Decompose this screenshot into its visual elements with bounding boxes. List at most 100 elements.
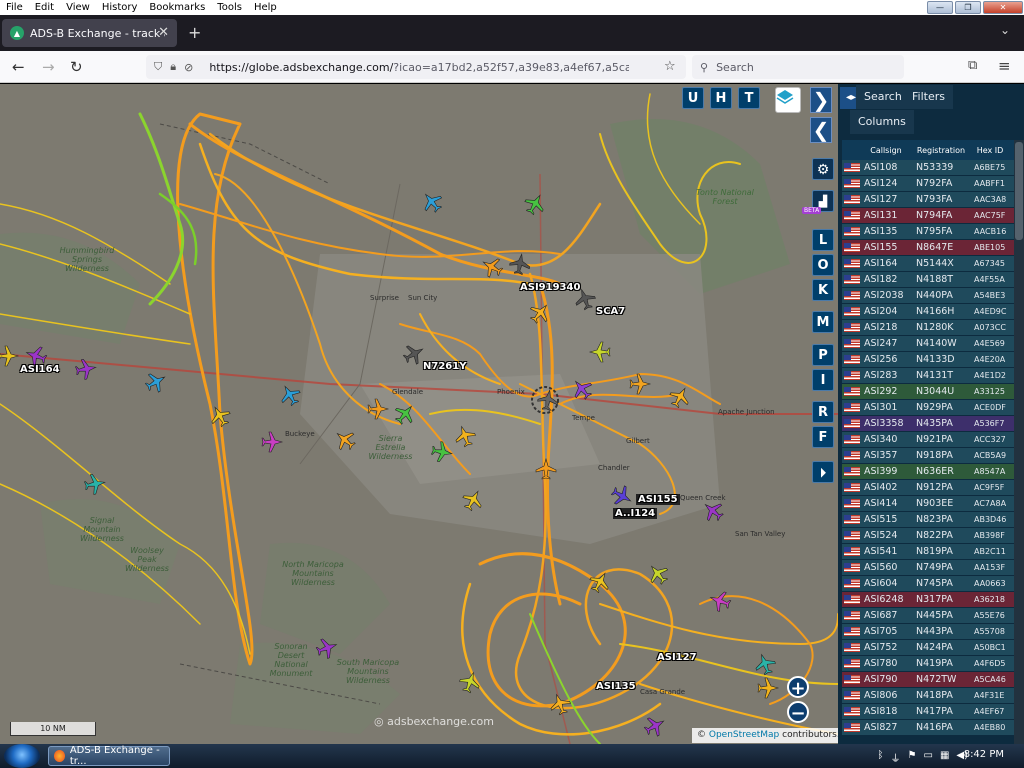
hide-button[interactable]: H [710, 87, 732, 109]
menu-history[interactable]: History [96, 0, 144, 15]
zoom-out-button[interactable]: − [787, 701, 809, 724]
toggle-r-button[interactable]: R [812, 401, 834, 423]
network-icon[interactable]: ▦ [940, 750, 949, 765]
table-row[interactable]: ASI515 N823PA AB3D46 [842, 512, 1014, 528]
aircraft-label-n7261y[interactable]: N7261Y [423, 361, 466, 372]
table-row[interactable]: ASI414 N903EE AC7A8A [842, 496, 1014, 512]
table-row[interactable]: ASI340 N921PA ACC327 [842, 432, 1014, 448]
aircraft-label-sca7[interactable]: SCA7 [596, 306, 625, 317]
table-row[interactable]: ASI399 N636ER A8547A [842, 464, 1014, 480]
url-bar[interactable]: ⛉ 🔒︎ ⊘ https://globe.adsbexchange.com/?i… [146, 55, 686, 79]
collapse-panel-button[interactable]: ❮ [810, 117, 832, 143]
replay-button[interactable]: ⏵ [812, 461, 834, 483]
flag-icon[interactable]: ⚑ [908, 750, 917, 765]
table-row[interactable]: ASI204 N4166H A4ED9C [842, 304, 1014, 320]
map-canvas[interactable] [0, 84, 838, 744]
taskbar-firefox-button[interactable]: ADS-B Exchange - tr... [48, 745, 170, 767]
table-row[interactable]: ASI818 N417PA A4EF67 [842, 704, 1014, 720]
table-row[interactable]: ASI705 N443PA A55708 [842, 624, 1014, 640]
table-row[interactable]: ASI182 N4188T A4F55A [842, 272, 1014, 288]
extensions-icon[interactable]: ⧉ [968, 58, 977, 73]
table-row[interactable]: ASI402 N912PA AC9F5F [842, 480, 1014, 496]
layers-button[interactable] [775, 87, 801, 113]
toggle-o-button[interactable]: O [812, 254, 834, 276]
restore-button[interactable]: ❐ [955, 1, 981, 14]
browser-tab[interactable]: ▲ ADS-B Exchange - track aircraft ✕ [2, 19, 177, 47]
aircraft-label-asi164[interactable]: ASI164 [20, 364, 60, 375]
table-row[interactable]: ASI301 N929PA ACE0DF [842, 400, 1014, 416]
start-button[interactable] [4, 744, 40, 768]
table-row[interactable]: ASI687 N445PA A55E76 [842, 608, 1014, 624]
menu-edit[interactable]: Edit [29, 0, 60, 15]
tracking-protection-icon[interactable]: ⛉ [154, 60, 162, 74]
table-row[interactable]: ASI218 N1280K A073CC [842, 320, 1014, 336]
column-header-callsign[interactable]: Callsign [860, 146, 912, 155]
tab-columns[interactable]: Columns [850, 110, 914, 134]
hamburger-menu-icon[interactable]: ≡ [998, 57, 1011, 75]
menu-help[interactable]: Help [248, 0, 283, 15]
table-row[interactable]: ASI752 N424PA A50BC1 [842, 640, 1014, 656]
toggle-p-button[interactable]: P [812, 344, 834, 366]
table-row[interactable]: ASI3358 N435PA A536F7 [842, 416, 1014, 432]
aircraft-label-asi124[interactable]: A..I124 [613, 508, 658, 519]
table-row[interactable]: ASI131 N794FA AAC75F [842, 208, 1014, 224]
table-row[interactable]: ASI108 N53339 A6BE75 [842, 160, 1014, 176]
table-row[interactable]: ASI155 N8647E ABE105 [842, 240, 1014, 256]
table-row[interactable]: ASI560 N749PA AA153F [842, 560, 1014, 576]
toggle-l-button[interactable]: L [812, 229, 834, 251]
panel-scroll-thumb[interactable] [1015, 142, 1023, 240]
table-row[interactable]: ASI2038 N440PA A54BE3 [842, 288, 1014, 304]
toggle-i-button[interactable]: I [812, 369, 834, 391]
minimize-button[interactable]: — [927, 1, 953, 14]
tab-search[interactable]: Search [856, 85, 910, 109]
table-row[interactable]: ASI127 N793FA AAC3A8 [842, 192, 1014, 208]
toggle-k-button[interactable]: K [812, 279, 834, 301]
column-header-registration[interactable]: Registration [912, 146, 970, 155]
table-row[interactable]: ASI124 N792FA AABFF1 [842, 176, 1014, 192]
tab-close-icon[interactable]: ✕ [158, 25, 169, 40]
table-row[interactable]: ASI357 N918PA ACB5A9 [842, 448, 1014, 464]
table-row[interactable]: ASI283 N4131T A4E1D2 [842, 368, 1014, 384]
map-view[interactable]: Tonto National Forest Hummingbird Spring… [0, 84, 838, 744]
bluetooth-icon[interactable]: ᛒ [878, 750, 884, 765]
column-header-hex[interactable]: Hex ID [970, 146, 1010, 155]
url-text[interactable]: https://globe.adsbexchange.com/?icao=a17… [209, 61, 629, 74]
table-row[interactable]: ASI806 N418PA A4F31E [842, 688, 1014, 704]
forward-button[interactable]: → [42, 58, 55, 76]
table-row[interactable]: ASI247 N4140W A4E569 [842, 336, 1014, 352]
table-row[interactable]: ASI6248 N317PA A36218 [842, 592, 1014, 608]
expand-panel-button[interactable]: ❯ [810, 87, 832, 113]
aircraft-label-asi155[interactable]: ASI155 [636, 494, 680, 505]
lock-icon[interactable]: 🔒︎ [170, 60, 176, 74]
aircraft-label-asi135[interactable]: ASI135 [596, 681, 636, 692]
toggle-m-button[interactable]: M [812, 311, 834, 333]
menu-view[interactable]: View [60, 0, 96, 15]
settings-button[interactable]: ⚙ [812, 158, 834, 180]
bookmark-star-icon[interactable]: ☆ [664, 59, 676, 74]
toggle-f-button[interactable]: F [812, 426, 834, 448]
table-row[interactable]: ASI164 N5144X A67345 [842, 256, 1014, 272]
permissions-icon[interactable]: ⊘ [184, 61, 193, 74]
display-icon[interactable]: ▭ [924, 750, 933, 765]
openstreetmap-link[interactable]: OpenStreetMap [709, 730, 779, 740]
table-row[interactable]: ASI541 N819PA AB2C11 [842, 544, 1014, 560]
table-row[interactable]: ASI135 N795FA AACB16 [842, 224, 1014, 240]
back-button[interactable]: ← [12, 58, 25, 76]
menu-tools[interactable]: Tools [211, 0, 248, 15]
reload-button[interactable]: ↻ [70, 58, 83, 76]
taskbar-clock[interactable]: 8:42 PM [964, 749, 1004, 760]
aircraft-label-asi127[interactable]: ASI127 [657, 652, 697, 663]
table-row[interactable]: ASI604 N745PA AA0663 [842, 576, 1014, 592]
table-row[interactable]: ASI524 N822PA AB398F [842, 528, 1014, 544]
table-row[interactable]: ASI292 N3044U A33125 [842, 384, 1014, 400]
search-bar[interactable]: ⚲ Search [692, 55, 904, 79]
menu-file[interactable]: File [0, 0, 29, 15]
track-button[interactable]: T [738, 87, 760, 109]
zoom-in-button[interactable]: + [787, 676, 809, 699]
menu-bookmarks[interactable]: Bookmarks [143, 0, 211, 15]
table-row[interactable]: ASI790 N472TW A5CA46 [842, 672, 1014, 688]
aircraft-label-asi919340[interactable]: ASI919340 [520, 282, 580, 293]
new-tab-button[interactable]: + [188, 23, 201, 42]
close-window-button[interactable]: ✕ [983, 1, 1023, 14]
units-button[interactable]: U [682, 87, 704, 109]
